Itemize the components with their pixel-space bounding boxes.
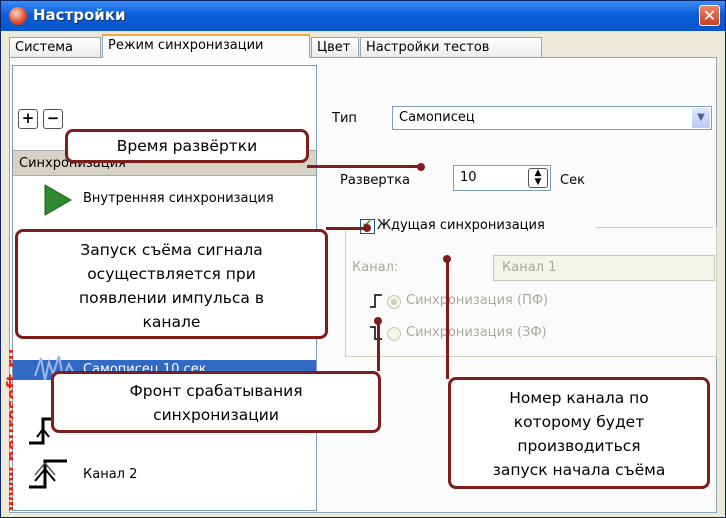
add-button[interactable]: +: [18, 109, 38, 129]
callout-text: запуск начала съёма: [492, 461, 666, 479]
rising-edge-icon: [370, 294, 382, 308]
rising-edge-icon: [29, 459, 67, 489]
tab-system[interactable]: Система: [9, 37, 101, 57]
sync-pf-label: Синхронизация (ПФ): [406, 293, 549, 308]
channel-label: Канал:: [352, 260, 399, 275]
list-item-internal-sync[interactable]: Внутренняя синхронизация: [13, 182, 316, 216]
settings-window: Настройки ✕ Система Режим синхронизации …: [0, 0, 726, 518]
sync-zf-label: Синхронизация (ЗФ): [406, 325, 547, 340]
sweep-value: 10: [460, 170, 477, 185]
sync-zf-radio[interactable]: [387, 327, 401, 341]
app-icon: [9, 7, 27, 25]
falling-edge-icon: [370, 326, 382, 340]
callout-trigger-front: Фронт срабатывания синхронизации: [51, 371, 381, 433]
tab-sync-mode[interactable]: Режим синхронизации: [102, 34, 310, 58]
channel-field[interactable]: Канал 1: [493, 255, 715, 281]
connector-dot: [363, 224, 371, 232]
connector-dot: [374, 317, 382, 325]
channel-field-value: Канал 1: [502, 260, 557, 275]
chevron-down-icon[interactable]: ▼: [692, 108, 710, 128]
sweep-label: Развертка: [340, 173, 411, 188]
callout-text: Номер канала по: [509, 389, 649, 407]
watermark-text: www.neurosoft.ru: [3, 348, 13, 511]
connector-line: [377, 321, 380, 371]
sync-pf-radio[interactable]: [387, 295, 401, 309]
window-title: Настройки: [33, 6, 126, 24]
callout-text: канале: [142, 313, 201, 331]
connector-line: [446, 259, 449, 379]
callout-text: появлении импульса в: [79, 289, 264, 307]
callout-text: Фронт срабатывания: [129, 382, 303, 400]
type-select[interactable]: Самописец ▼: [392, 106, 712, 130]
play-triangle-icon: [44, 184, 73, 216]
list-item-channel-2[interactable]: Канал 2: [13, 451, 316, 491]
spin-arrows-icon[interactable]: ▲ ▼: [528, 168, 548, 188]
type-select-value: Самописец: [399, 110, 475, 125]
sweep-unit: Сек: [560, 173, 585, 188]
connector-line: [326, 227, 366, 230]
callout-text: Запуск съёма сигнала: [80, 241, 263, 259]
sweep-spinner[interactable]: 10 ▲ ▼: [453, 165, 551, 191]
wait-sync-label: Ждущая синхронизация: [377, 218, 545, 233]
callout-start-capture: Запуск съёма сигнала осуществляется при …: [15, 229, 328, 339]
tab-test-settings[interactable]: Настройки тестов: [360, 37, 542, 57]
connector-dot: [417, 163, 425, 171]
callout-channel-number: Номер канала по которому будет производи…: [448, 377, 710, 489]
callout-sweep-time: Время развёртки: [65, 129, 309, 163]
callout-text: которому будет: [513, 413, 645, 431]
callout-text: осуществляется при: [87, 265, 256, 283]
remove-button[interactable]: −: [43, 109, 63, 129]
list-item-label: Внутренняя синхронизация: [83, 191, 274, 206]
callout-text: производиться: [517, 437, 641, 455]
title-bar[interactable]: Настройки ✕: [1, 1, 725, 31]
list-item-label: Канал 2: [83, 467, 138, 482]
watermark: www.neurosoft.ru: [3, 161, 13, 511]
tab-color[interactable]: Цвет: [311, 37, 359, 57]
callout-text: синхронизации: [153, 406, 279, 424]
callout-text: Время развёртки: [116, 137, 258, 155]
type-label: Тип: [332, 111, 357, 126]
group-line: [596, 227, 714, 228]
connector-dot: [443, 255, 451, 263]
connector-line: [307, 165, 419, 168]
close-button[interactable]: ✕: [699, 5, 720, 26]
